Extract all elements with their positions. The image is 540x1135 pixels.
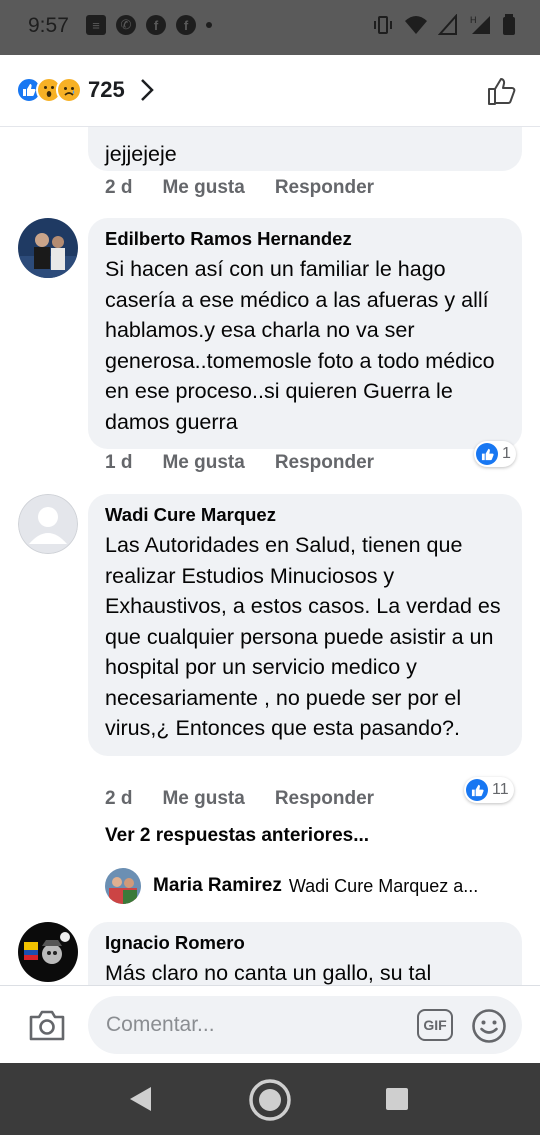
comment-time: 2 d [105,177,133,198]
gif-button[interactable]: GIF [417,1009,453,1041]
default-avatar[interactable] [18,494,78,554]
comment-time: 1 d [105,452,133,473]
comment-like-count[interactable]: 11 [464,777,514,803]
home-icon[interactable] [248,1078,292,1122]
avatar[interactable] [18,922,78,982]
comment-composer: GIF [0,985,540,1063]
battery-icon [503,14,515,35]
signal-h-icon: H [470,15,490,34]
comment-author[interactable]: Edilberto Ramos Hernandez [105,228,505,250]
system-navigation-bar [0,1063,540,1135]
comments-sheet: 725 jejjejeje 2 d Me gusta Responder Edi… [0,55,540,1063]
comment-actions: 2 d Me gusta Responder [105,788,404,810]
like-icon [476,443,498,465]
like-count: 1 [502,445,511,462]
reply-comment-button[interactable]: Responder [275,788,374,810]
whatsapp-icon: ✆ [116,15,136,35]
comment-text: Las Autoridades en Salud, tienen que rea… [105,533,501,740]
like-comment-button[interactable]: Me gusta [162,177,244,199]
comment-bubble[interactable]: Wadi Cure Marquez Las Autoridades en Sal… [88,494,522,756]
comment-time: 2 d [105,788,133,809]
comment-bubble[interactable]: Edilberto Ramos Hernandez Si hacen así c… [88,218,522,449]
svg-text:H: H [470,15,477,25]
reply-author[interactable]: Maria Ramirez [153,875,282,897]
status-time: 9:57 [28,14,69,37]
reply-snippet: Wadi Cure Marquez a... [288,875,479,896]
view-previous-replies-link[interactable]: Ver 2 respuestas anteriores... [105,825,369,847]
like-count: 11 [492,781,509,798]
camera-icon[interactable] [28,1008,66,1042]
comment-actions: 1 d Me gusta Responder [105,452,404,474]
message-notification-icon: ≡ [86,15,106,35]
comment-input[interactable] [88,996,522,1054]
chevron-right-icon[interactable] [139,77,155,103]
avatar[interactable] [18,218,78,278]
comment-bubble[interactable]: jejjejeje [88,127,522,171]
comment-text: Más claro no canta un gallo, su tal [105,961,432,985]
like-outline-icon[interactable] [486,75,518,107]
reply-avatar[interactable] [105,868,141,904]
reactions-header: 725 [0,55,540,127]
vibrate-icon [374,16,392,34]
comment-author[interactable]: Wadi Cure Marquez [105,504,505,526]
recent-apps-icon[interactable] [385,1087,409,1111]
like-comment-button[interactable]: Me gusta [162,452,244,474]
facebook-icon-2: f [176,15,196,35]
reaction-count: 725 [88,77,125,102]
more-notifications-dot-icon [206,22,212,28]
reactions-summary[interactable]: 725 [16,77,155,103]
reply-comment-button[interactable]: Responder [275,177,374,199]
comments-list: jejjejeje 2 d Me gusta Responder Edilber… [0,127,540,985]
status-bar: 9:57 ≡ ✆ f f H [0,0,540,55]
like-icon [466,779,488,801]
reply-comment-button[interactable]: Responder [275,452,374,474]
comment-text: jejjejeje [105,142,177,166]
facebook-icon: f [146,15,166,35]
emoji-icon[interactable] [471,1008,507,1044]
signal-icon [438,14,457,35]
comment-bubble[interactable]: Ignacio Romero Más claro no canta un gal… [88,922,522,985]
wifi-icon [405,16,427,34]
comment-actions: 2 d Me gusta Responder [105,177,404,199]
comment-text: Si hacen así con un familiar le hago cas… [105,257,495,434]
reply-preview[interactable]: Maria Ramirez Wadi Cure Marquez a... [105,868,478,904]
back-icon[interactable] [127,1085,153,1113]
like-comment-button[interactable]: Me gusta [162,788,244,810]
sad-reaction-icon [56,77,82,103]
comment-author[interactable]: Ignacio Romero [105,932,505,954]
comment-like-count[interactable]: 1 [474,441,516,467]
